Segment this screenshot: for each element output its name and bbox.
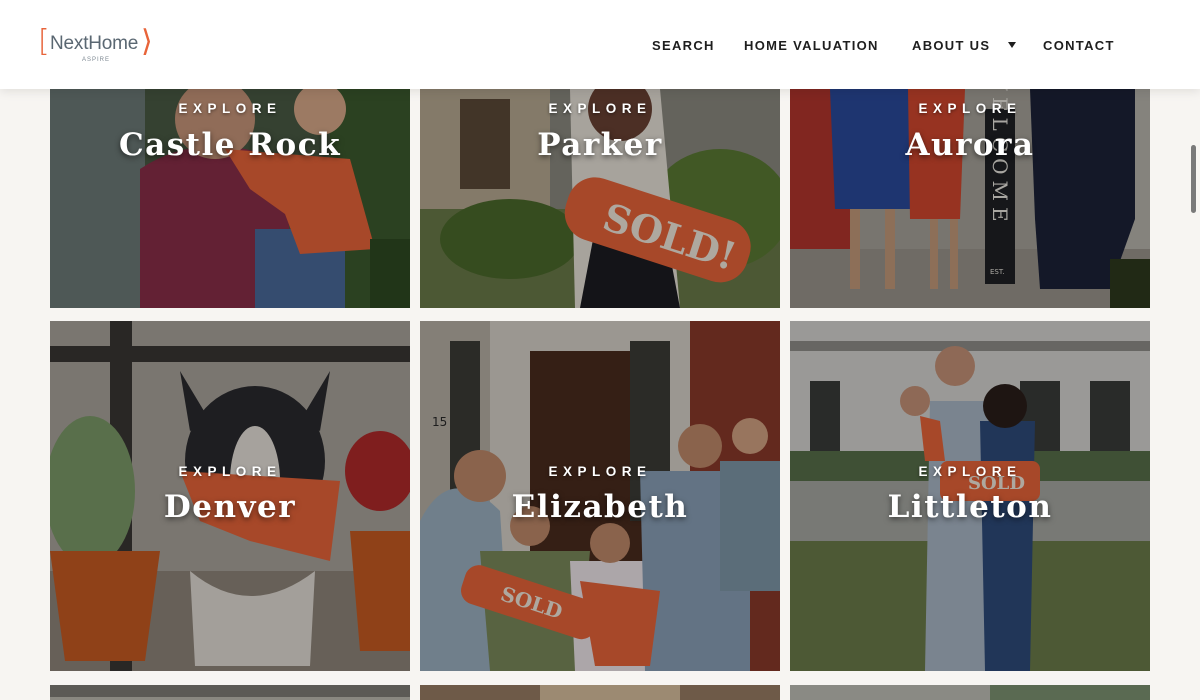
- explore-label: EXPLORE: [178, 101, 282, 116]
- tile-shade: [420, 89, 780, 308]
- city-name: Elizabeth: [511, 489, 689, 525]
- explore-label: EXPLORE: [548, 101, 652, 116]
- nexthome-logo[interactable]: [ NextHome ⟩ ASPIRE: [38, 26, 158, 66]
- nav-search[interactable]: SEARCH: [652, 38, 715, 53]
- logo-sub-text: ASPIRE: [82, 57, 111, 63]
- tile-photo: [420, 685, 780, 700]
- tile-next-row[interactable]: [790, 685, 1150, 700]
- tile-littleton[interactable]: SOLD EXPLORE Littleton: [790, 321, 1150, 671]
- site-header: [ NextHome ⟩ ASPIRE SEARCH HOME VALUATIO…: [0, 0, 1200, 89]
- tile-next-row[interactable]: [50, 685, 410, 700]
- explore-label: EXPLORE: [548, 464, 652, 479]
- tile-next-row[interactable]: [420, 685, 780, 700]
- tile-parker[interactable]: SOLD! EXPLORE Parker: [420, 89, 780, 308]
- scrollbar-thumb[interactable]: [1191, 145, 1196, 213]
- city-name: Aurora: [905, 127, 1035, 163]
- tile-castle-rock[interactable]: EXPLORE Castle Rock: [50, 89, 410, 308]
- city-name: Littleton: [887, 489, 1053, 525]
- page: EXPLORE Castle Rock SOLD! EXPLORE Parker…: [0, 0, 1200, 700]
- nav-contact[interactable]: CONTACT: [1043, 38, 1115, 53]
- city-name: Parker: [537, 127, 663, 163]
- chevron-down-icon[interactable]: [1008, 42, 1016, 48]
- nav-about-us[interactable]: ABOUT US: [912, 38, 990, 53]
- city-name: Castle Rock: [118, 127, 342, 163]
- logo-bracket-left: [: [38, 24, 50, 59]
- explore-label: EXPLORE: [178, 464, 282, 479]
- tile-photo: [790, 685, 1150, 700]
- logo-bracket-right: ⟩: [141, 24, 153, 59]
- tile-denver[interactable]: EXPLORE Denver: [50, 321, 410, 671]
- city-grid: EXPLORE Castle Rock SOLD! EXPLORE Parker…: [0, 0, 1200, 700]
- tile-shade: [790, 89, 1150, 308]
- nav-home-valuation[interactable]: HOME VALUATION: [744, 38, 879, 53]
- explore-label: EXPLORE: [918, 101, 1022, 116]
- tile-elizabeth[interactable]: 15 SOLD EXPLORE Elizabeth: [420, 321, 780, 671]
- tile-aurora[interactable]: WELCOME EST. EXPLORE Aurora: [790, 89, 1150, 308]
- tile-photo: [50, 685, 410, 700]
- explore-label: EXPLORE: [918, 464, 1022, 479]
- tile-shade: [50, 89, 410, 308]
- logo-brand-text: NextHome: [50, 33, 139, 54]
- city-name: Denver: [163, 489, 297, 525]
